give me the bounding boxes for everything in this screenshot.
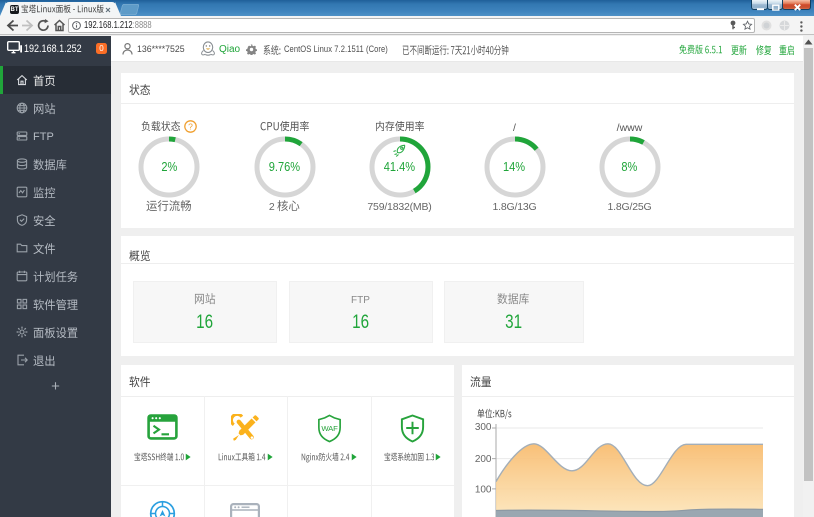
svg-text:300: 300 xyxy=(475,422,492,433)
svg-text:100: 100 xyxy=(475,484,492,495)
svg-text:200: 200 xyxy=(475,454,492,465)
svg-text:?: ? xyxy=(188,121,193,131)
svg-text:WAF: WAF xyxy=(321,424,338,433)
